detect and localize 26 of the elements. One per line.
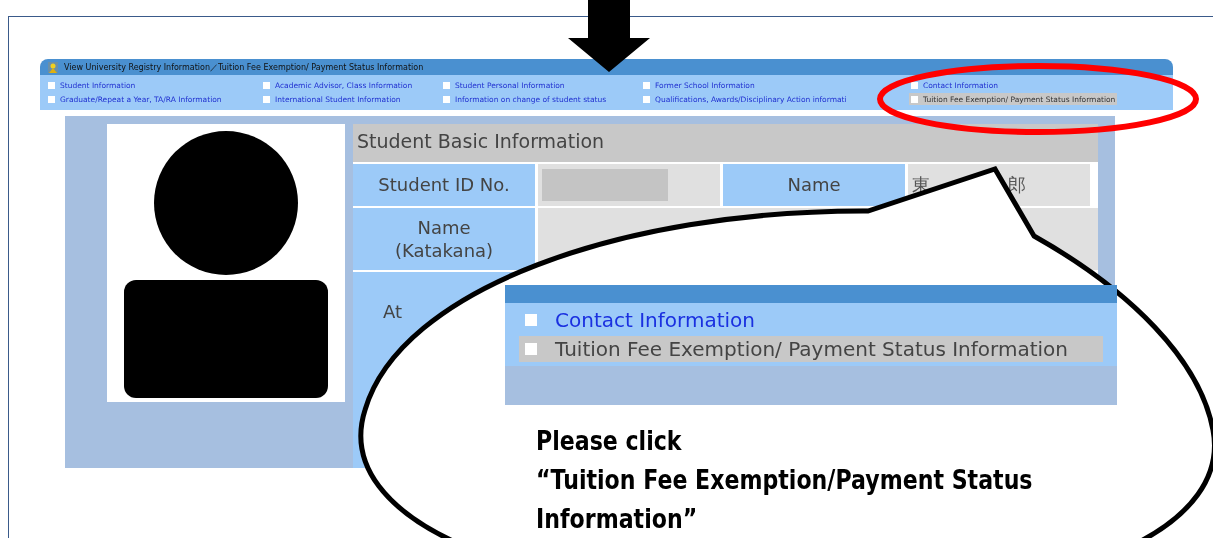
checkbox-icon: [911, 95, 918, 103]
instruction-text: “Tuition Fee Exemption/Payment Status: [536, 464, 1033, 497]
section-title: Student Basic Information: [353, 124, 1098, 162]
instruction-text: Information”: [536, 503, 699, 536]
checkbox-icon: [443, 81, 450, 89]
checkbox-icon: [263, 95, 270, 103]
checkbox-icon: [525, 343, 537, 355]
checkbox-icon: [443, 95, 450, 103]
window-title: View University Registry Information／Tuition Fee Exemption/ Payment Status Information: [64, 61, 424, 73]
tab[interactable]: Tuition Fee Exemption/ Payment Status Information: [519, 336, 1103, 362]
person-icon: [48, 61, 58, 73]
name-label: Name: [723, 164, 905, 206]
name-value-end: 郎: [1008, 173, 1026, 197]
checkbox-icon: [48, 95, 55, 103]
checkbox-icon: [643, 81, 650, 89]
field-label: At: [383, 300, 403, 324]
checkbox-icon: [263, 81, 270, 89]
tab[interactable]: Contact Information: [519, 307, 1103, 333]
student-id-label: Student ID No.: [353, 164, 535, 206]
checkbox-icon: [525, 314, 537, 326]
person-silhouette-icon: [107, 124, 345, 402]
instruction-text: Please click: [536, 425, 683, 458]
checkbox-icon: [643, 95, 650, 103]
katakana-label: Name (Katakana): [353, 208, 535, 270]
checkbox-icon: [48, 81, 55, 89]
checkbox-icon: [911, 81, 918, 89]
